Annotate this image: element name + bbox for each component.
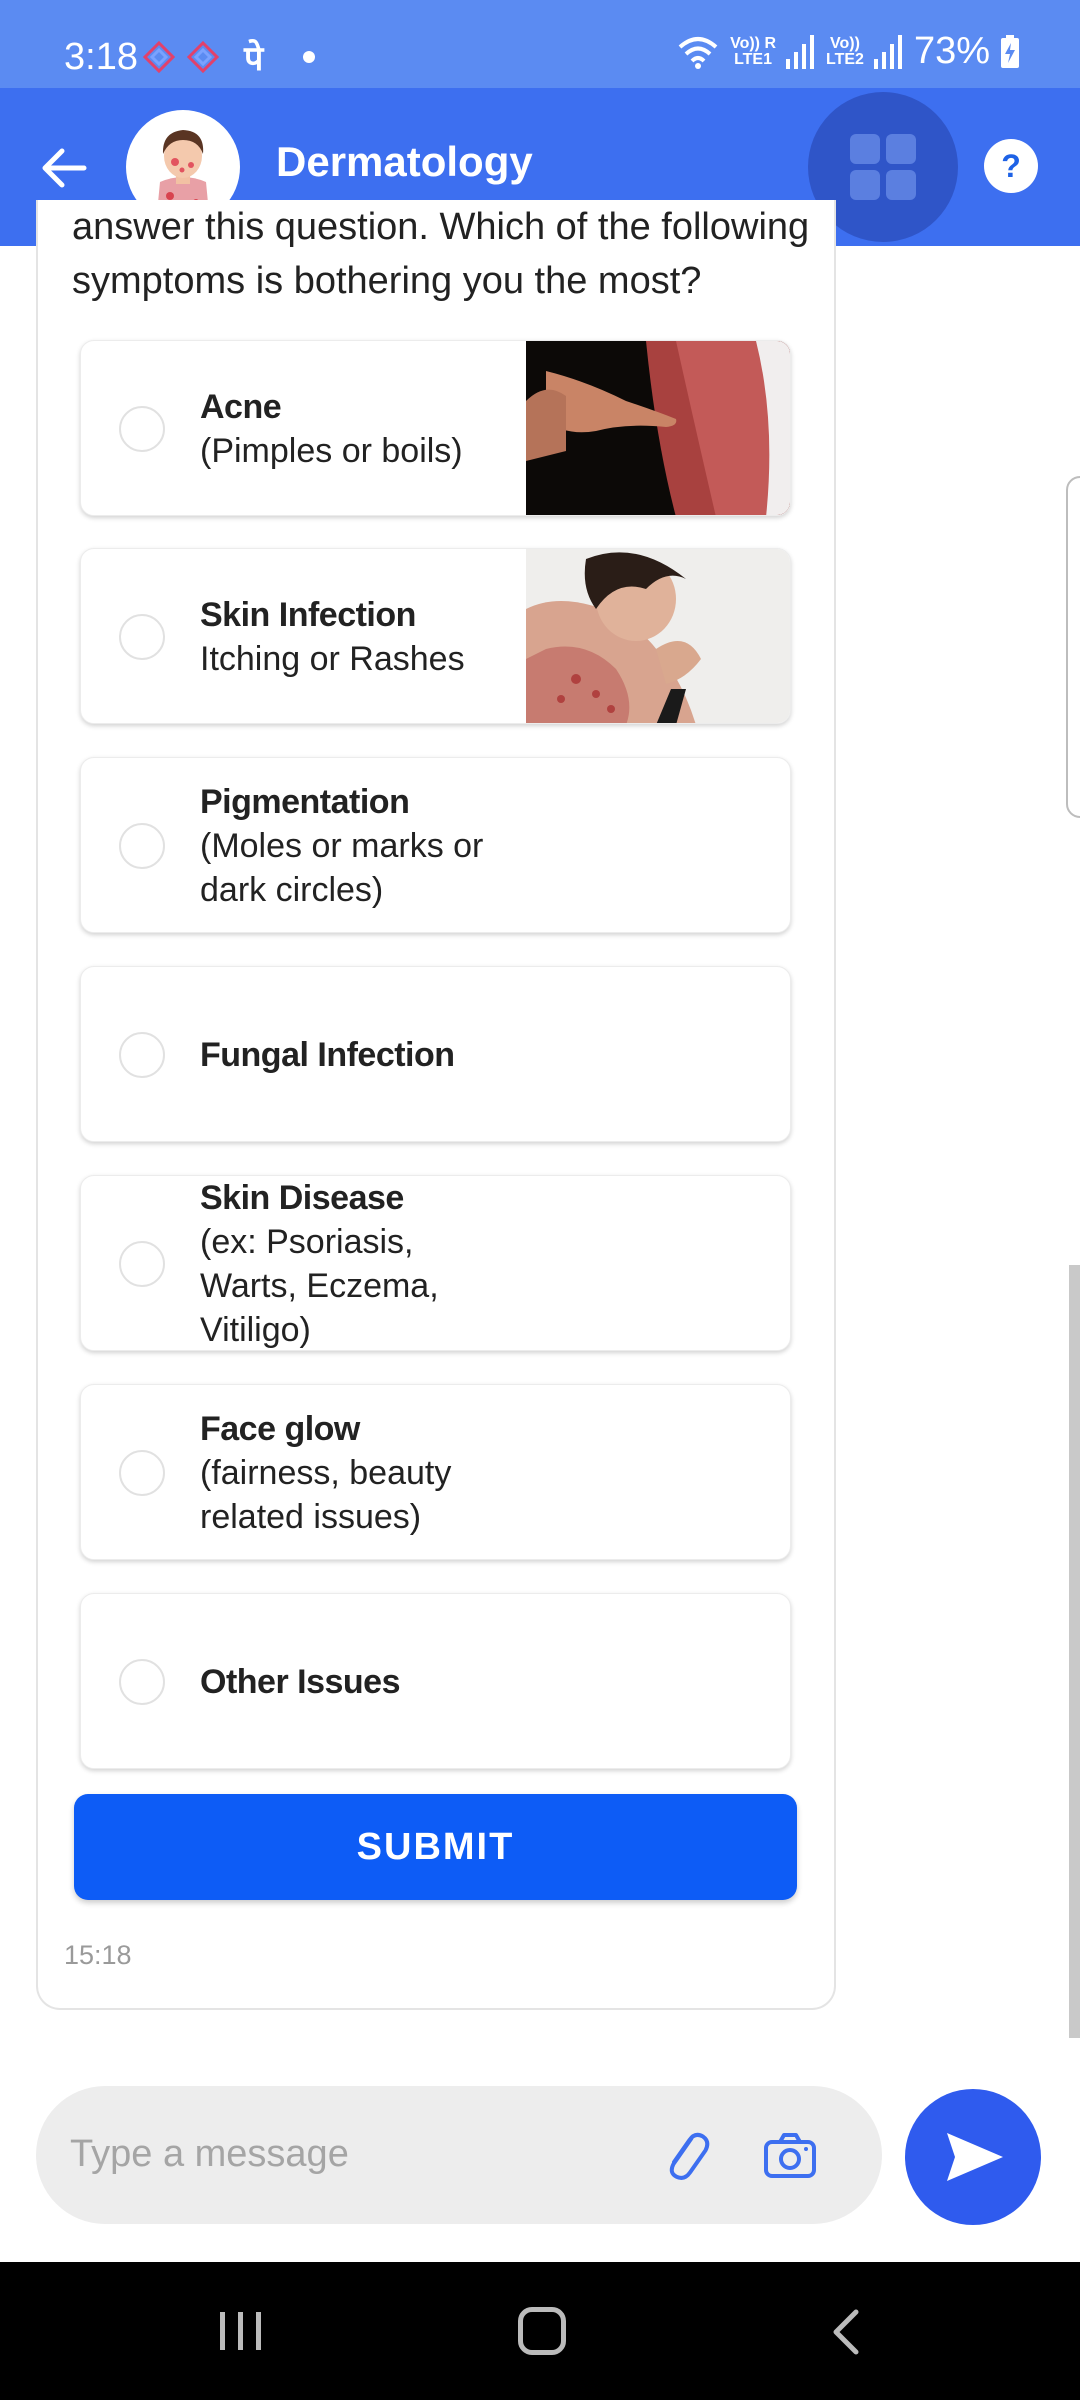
status-bar: 3:18 पे Vo)) R LTE1 Vo)) LTE2 73% <box>0 0 1080 88</box>
grid-icon <box>886 134 916 164</box>
paperclip-icon[interactable] <box>654 2124 716 2186</box>
option-card-face-glow[interactable]: Face glow (fairness, beauty related issu… <box>80 1384 791 1560</box>
send-icon <box>947 2133 1003 2181</box>
acne-photo <box>526 341 790 515</box>
skin-infection-photo <box>526 549 790 723</box>
help-button[interactable]: ? <box>984 139 1038 193</box>
option-card-skin-infection[interactable]: Skin Infection Itching or Rashes <box>80 548 791 724</box>
edge-panel-handle[interactable] <box>1066 476 1080 818</box>
grid-icon <box>850 134 880 164</box>
radio-button[interactable] <box>119 406 165 452</box>
notification-icons: पे <box>142 34 316 80</box>
option-subtitle: (ex: Psoriasis, Warts, Eczema, Vitiligo) <box>200 1223 439 1349</box>
header-title: Dermatology <box>276 138 533 185</box>
app-notification-icon <box>142 40 176 74</box>
option-card-fungal-infection[interactable]: Fungal Infection <box>80 966 791 1142</box>
more-notifications-dot-icon <box>303 51 316 63</box>
option-text: Face glow (fairness, beauty related issu… <box>200 1385 600 1559</box>
option-text: Fungal Infection <box>200 967 600 1141</box>
system-navigation-bar <box>0 2262 1080 2400</box>
back-arrow-icon[interactable] <box>30 133 100 203</box>
option-title: Fungal Infection <box>200 1036 455 1074</box>
camera-icon[interactable] <box>760 2126 820 2186</box>
question-text: answer this question. Which of the follo… <box>72 206 810 302</box>
system-status-icons: Vo)) R LTE1 Vo)) LTE2 73% <box>676 30 1020 73</box>
grid-icon <box>850 170 880 200</box>
battery-charging-icon <box>1001 34 1019 68</box>
message-input[interactable] <box>70 2124 630 2184</box>
grid-icon <box>886 170 916 200</box>
radio-button[interactable] <box>119 1032 165 1078</box>
message-composer <box>36 2086 882 2224</box>
option-card-acne[interactable]: Acne (Pimples or boils) <box>80 340 791 516</box>
option-title: Face glow <box>200 1410 360 1448</box>
wifi-icon <box>678 36 718 69</box>
radio-button[interactable] <box>119 614 165 660</box>
option-text: Skin Disease (ex: Psoriasis, Warts, Ecze… <box>200 1176 600 1350</box>
recent-apps-icon[interactable] <box>218 2310 264 2352</box>
payment-app-icon: पे <box>244 40 264 78</box>
option-title: Pigmentation <box>200 783 410 821</box>
scrollbar[interactable] <box>1069 1265 1080 2038</box>
app-notification-icon <box>186 40 220 74</box>
network-1-label: Vo)) R LTE1 <box>730 34 776 68</box>
system-back-icon[interactable] <box>826 2308 866 2356</box>
radio-button[interactable] <box>119 1450 165 1496</box>
option-subtitle: (fairness, beauty related issues) <box>200 1454 452 1536</box>
option-card-skin-disease[interactable]: Skin Disease (ex: Psoriasis, Warts, Ecze… <box>80 1175 791 1351</box>
message-timestamp: 15:18 <box>64 1940 132 1970</box>
app-screen: 3:18 पे Vo)) R LTE1 Vo)) LTE2 73% Dermat… <box>0 0 1080 2400</box>
battery-percent: 73% <box>913 30 990 72</box>
option-text: Pigmentation (Moles or marks or dark cir… <box>200 758 600 932</box>
home-icon[interactable] <box>518 2307 566 2355</box>
option-card-other-issues[interactable]: Other Issues <box>80 1593 791 1769</box>
option-title: Skin Disease <box>200 1179 404 1217</box>
submit-button[interactable]: SUBMIT <box>74 1794 797 1900</box>
radio-button[interactable] <box>119 1659 165 1705</box>
status-time: 3:18 <box>64 36 138 78</box>
option-title: Other Issues <box>200 1663 400 1701</box>
option-card-pigmentation[interactable]: Pigmentation (Moles or marks or dark cir… <box>80 757 791 933</box>
signal-2-icon <box>873 34 902 69</box>
send-button[interactable] <box>905 2089 1041 2225</box>
network-2-label: Vo)) LTE2 <box>826 34 864 68</box>
option-text: Other Issues <box>200 1594 600 1768</box>
signal-1-icon <box>786 34 814 69</box>
radio-button[interactable] <box>119 1241 165 1287</box>
option-subtitle: (Moles or marks or dark circles) <box>200 827 484 909</box>
radio-button[interactable] <box>119 823 165 869</box>
